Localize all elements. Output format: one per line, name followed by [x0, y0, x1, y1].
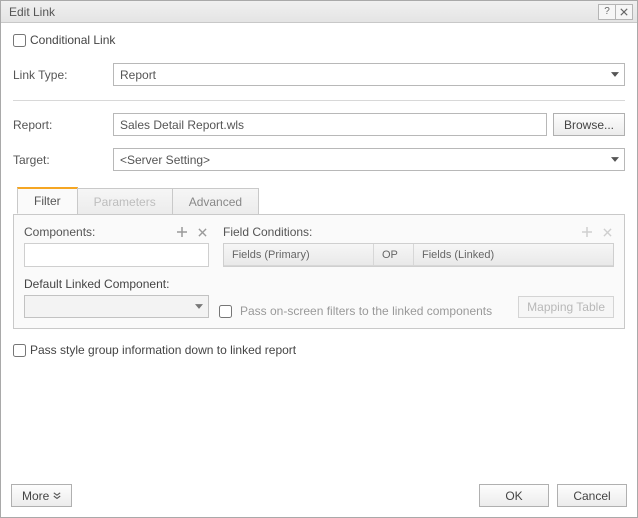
pass-style-row: Pass style group information down to lin…	[13, 343, 625, 357]
link-type-label: Link Type:	[13, 68, 113, 82]
report-label: Report:	[13, 118, 113, 132]
tab-bar: Filter Parameters Advanced	[13, 187, 625, 215]
target-value: <Server Setting>	[120, 153, 210, 167]
link-type-row: Link Type: Report	[13, 63, 625, 86]
remove-component-icon[interactable]	[195, 225, 209, 239]
filter-panel: Components:	[13, 215, 625, 329]
browse-button[interactable]: Browse...	[553, 113, 625, 136]
target-row: Target: <Server Setting>	[13, 148, 625, 171]
dialog-title: Edit Link	[9, 5, 55, 19]
footer: More OK Cancel	[1, 478, 637, 517]
tab-filter[interactable]: Filter	[17, 187, 78, 214]
help-button[interactable]: ?	[598, 4, 616, 20]
pass-filters-checkbox[interactable]	[219, 305, 232, 318]
field-conditions-header: Fields (Primary) OP Fields (Linked)	[224, 244, 613, 266]
report-row: Report: Sales Detail Report.wls Browse..…	[13, 113, 625, 136]
titlebar: Edit Link ?	[1, 1, 637, 23]
close-button[interactable]	[615, 4, 633, 20]
field-conditions-column: Field Conditions:	[223, 225, 614, 267]
tabs: Filter Parameters Advanced Components:	[13, 187, 625, 329]
conditional-link-checkbox[interactable]	[13, 34, 26, 47]
target-label: Target:	[13, 153, 113, 167]
mapping-table-button: Mapping Table	[518, 296, 614, 318]
default-component-select[interactable]	[24, 295, 209, 318]
link-type-value: Report	[120, 68, 156, 82]
add-condition-icon	[580, 225, 594, 239]
dialog-body: Conditional Link Link Type: Report Repor…	[1, 23, 637, 478]
col-fields-primary: Fields (Primary)	[224, 244, 374, 265]
components-label: Components:	[24, 225, 95, 239]
add-component-icon[interactable]	[175, 225, 189, 239]
chevron-down-icon	[606, 64, 624, 85]
col-op: OP	[374, 244, 414, 265]
pass-filters-label: Pass on-screen filters to the linked com…	[240, 304, 492, 318]
conditional-link-row: Conditional Link	[13, 33, 625, 47]
pass-style-label: Pass style group information down to lin…	[30, 343, 296, 357]
default-linked-row: Default Linked Component: Pass on-screen…	[24, 277, 614, 318]
double-chevron-down-icon	[53, 489, 61, 503]
chevron-down-icon	[190, 296, 208, 317]
edit-link-dialog: Edit Link ? Conditional Link Link Type: …	[0, 0, 638, 518]
components-column: Components:	[24, 225, 209, 267]
report-input[interactable]: Sales Detail Report.wls	[113, 113, 547, 136]
more-label: More	[22, 489, 49, 503]
pass-style-checkbox[interactable]	[13, 344, 26, 357]
cancel-button[interactable]: Cancel	[557, 484, 627, 507]
more-button[interactable]: More	[11, 484, 72, 507]
link-type-select[interactable]: Report	[113, 63, 625, 86]
tab-advanced[interactable]: Advanced	[172, 188, 259, 214]
remove-condition-icon	[600, 225, 614, 239]
tab-parameters[interactable]: Parameters	[77, 188, 173, 214]
separator	[13, 100, 625, 101]
field-conditions-label: Field Conditions:	[223, 225, 312, 239]
ok-button[interactable]: OK	[479, 484, 549, 507]
components-list[interactable]	[24, 243, 209, 267]
col-fields-linked: Fields (Linked)	[414, 244, 613, 265]
default-component-label: Default Linked Component:	[24, 277, 209, 291]
conditional-link-label: Conditional Link	[30, 33, 115, 47]
report-value: Sales Detail Report.wls	[120, 118, 244, 132]
target-select[interactable]: <Server Setting>	[113, 148, 625, 171]
titlebar-buttons: ?	[599, 4, 633, 20]
chevron-down-icon	[606, 149, 624, 170]
field-conditions-table[interactable]: Fields (Primary) OP Fields (Linked)	[223, 243, 614, 267]
